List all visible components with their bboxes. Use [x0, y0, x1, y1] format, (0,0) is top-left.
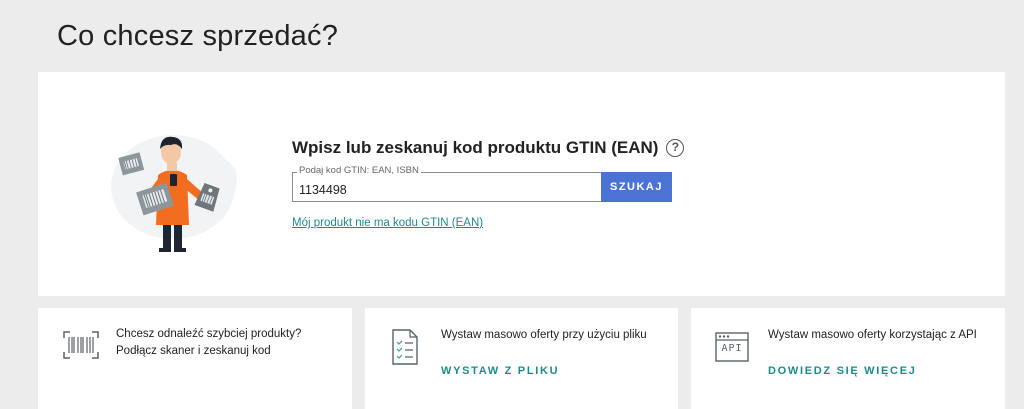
scanner-tile-line1: Chcesz odnaleźć szybciej produkty?	[116, 328, 302, 340]
api-tile: API Wystaw masowo oferty korzystając z A…	[691, 308, 1005, 409]
scanner-tile-text: Chcesz odnaleźć szybciej produkty? Podłą…	[116, 326, 301, 360]
checklist-file-icon	[392, 329, 418, 365]
gtin-input[interactable]	[293, 173, 601, 201]
api-icon-label: API	[721, 343, 743, 354]
page-title: Co chcesz sprzedać?	[57, 20, 339, 52]
file-tile-text: Wystaw masowo oferty przy użyciu pliku	[441, 329, 647, 341]
gtin-field-label: Podaj kod GTIN: EAN, ISBN	[297, 165, 421, 176]
help-icon[interactable]: ?	[666, 139, 685, 157]
learn-more-api-link[interactable]: DOWIEDZ SIĘ WIĘCEJ	[768, 365, 917, 377]
scanner-tile: Chcesz odnaleźć szybciej produkty? Podłą…	[38, 308, 352, 409]
api-window-icon: API	[715, 332, 749, 362]
search-button[interactable]: SZUKAJ	[601, 172, 672, 202]
person-scanning-illustration	[111, 135, 237, 252]
file-upload-tile: Wystaw masowo oferty przy użyciu pliku W…	[365, 308, 678, 409]
api-tile-text: Wystaw masowo oferty korzystając z API	[768, 329, 977, 341]
gtin-field: Podaj kod GTIN: EAN, ISBN	[292, 165, 601, 202]
gtin-heading: Wpisz lub zeskanuj kod produktu GTIN (EA…	[292, 138, 685, 158]
barcode-scanner-icon	[63, 331, 99, 359]
scanner-tile-line2: Podłącz skaner i zeskanuj kod	[116, 345, 271, 357]
no-gtin-code-link[interactable]: Mój produkt nie ma kodu GTIN (EAN)	[292, 217, 483, 229]
gtin-search-card: Wpisz lub zeskanuj kod produktu GTIN (EA…	[38, 72, 1005, 296]
upload-from-file-link[interactable]: WYSTAW Z PLIKU	[441, 365, 559, 377]
gtin-heading-text: Wpisz lub zeskanuj kod produktu GTIN (EA…	[292, 138, 659, 157]
